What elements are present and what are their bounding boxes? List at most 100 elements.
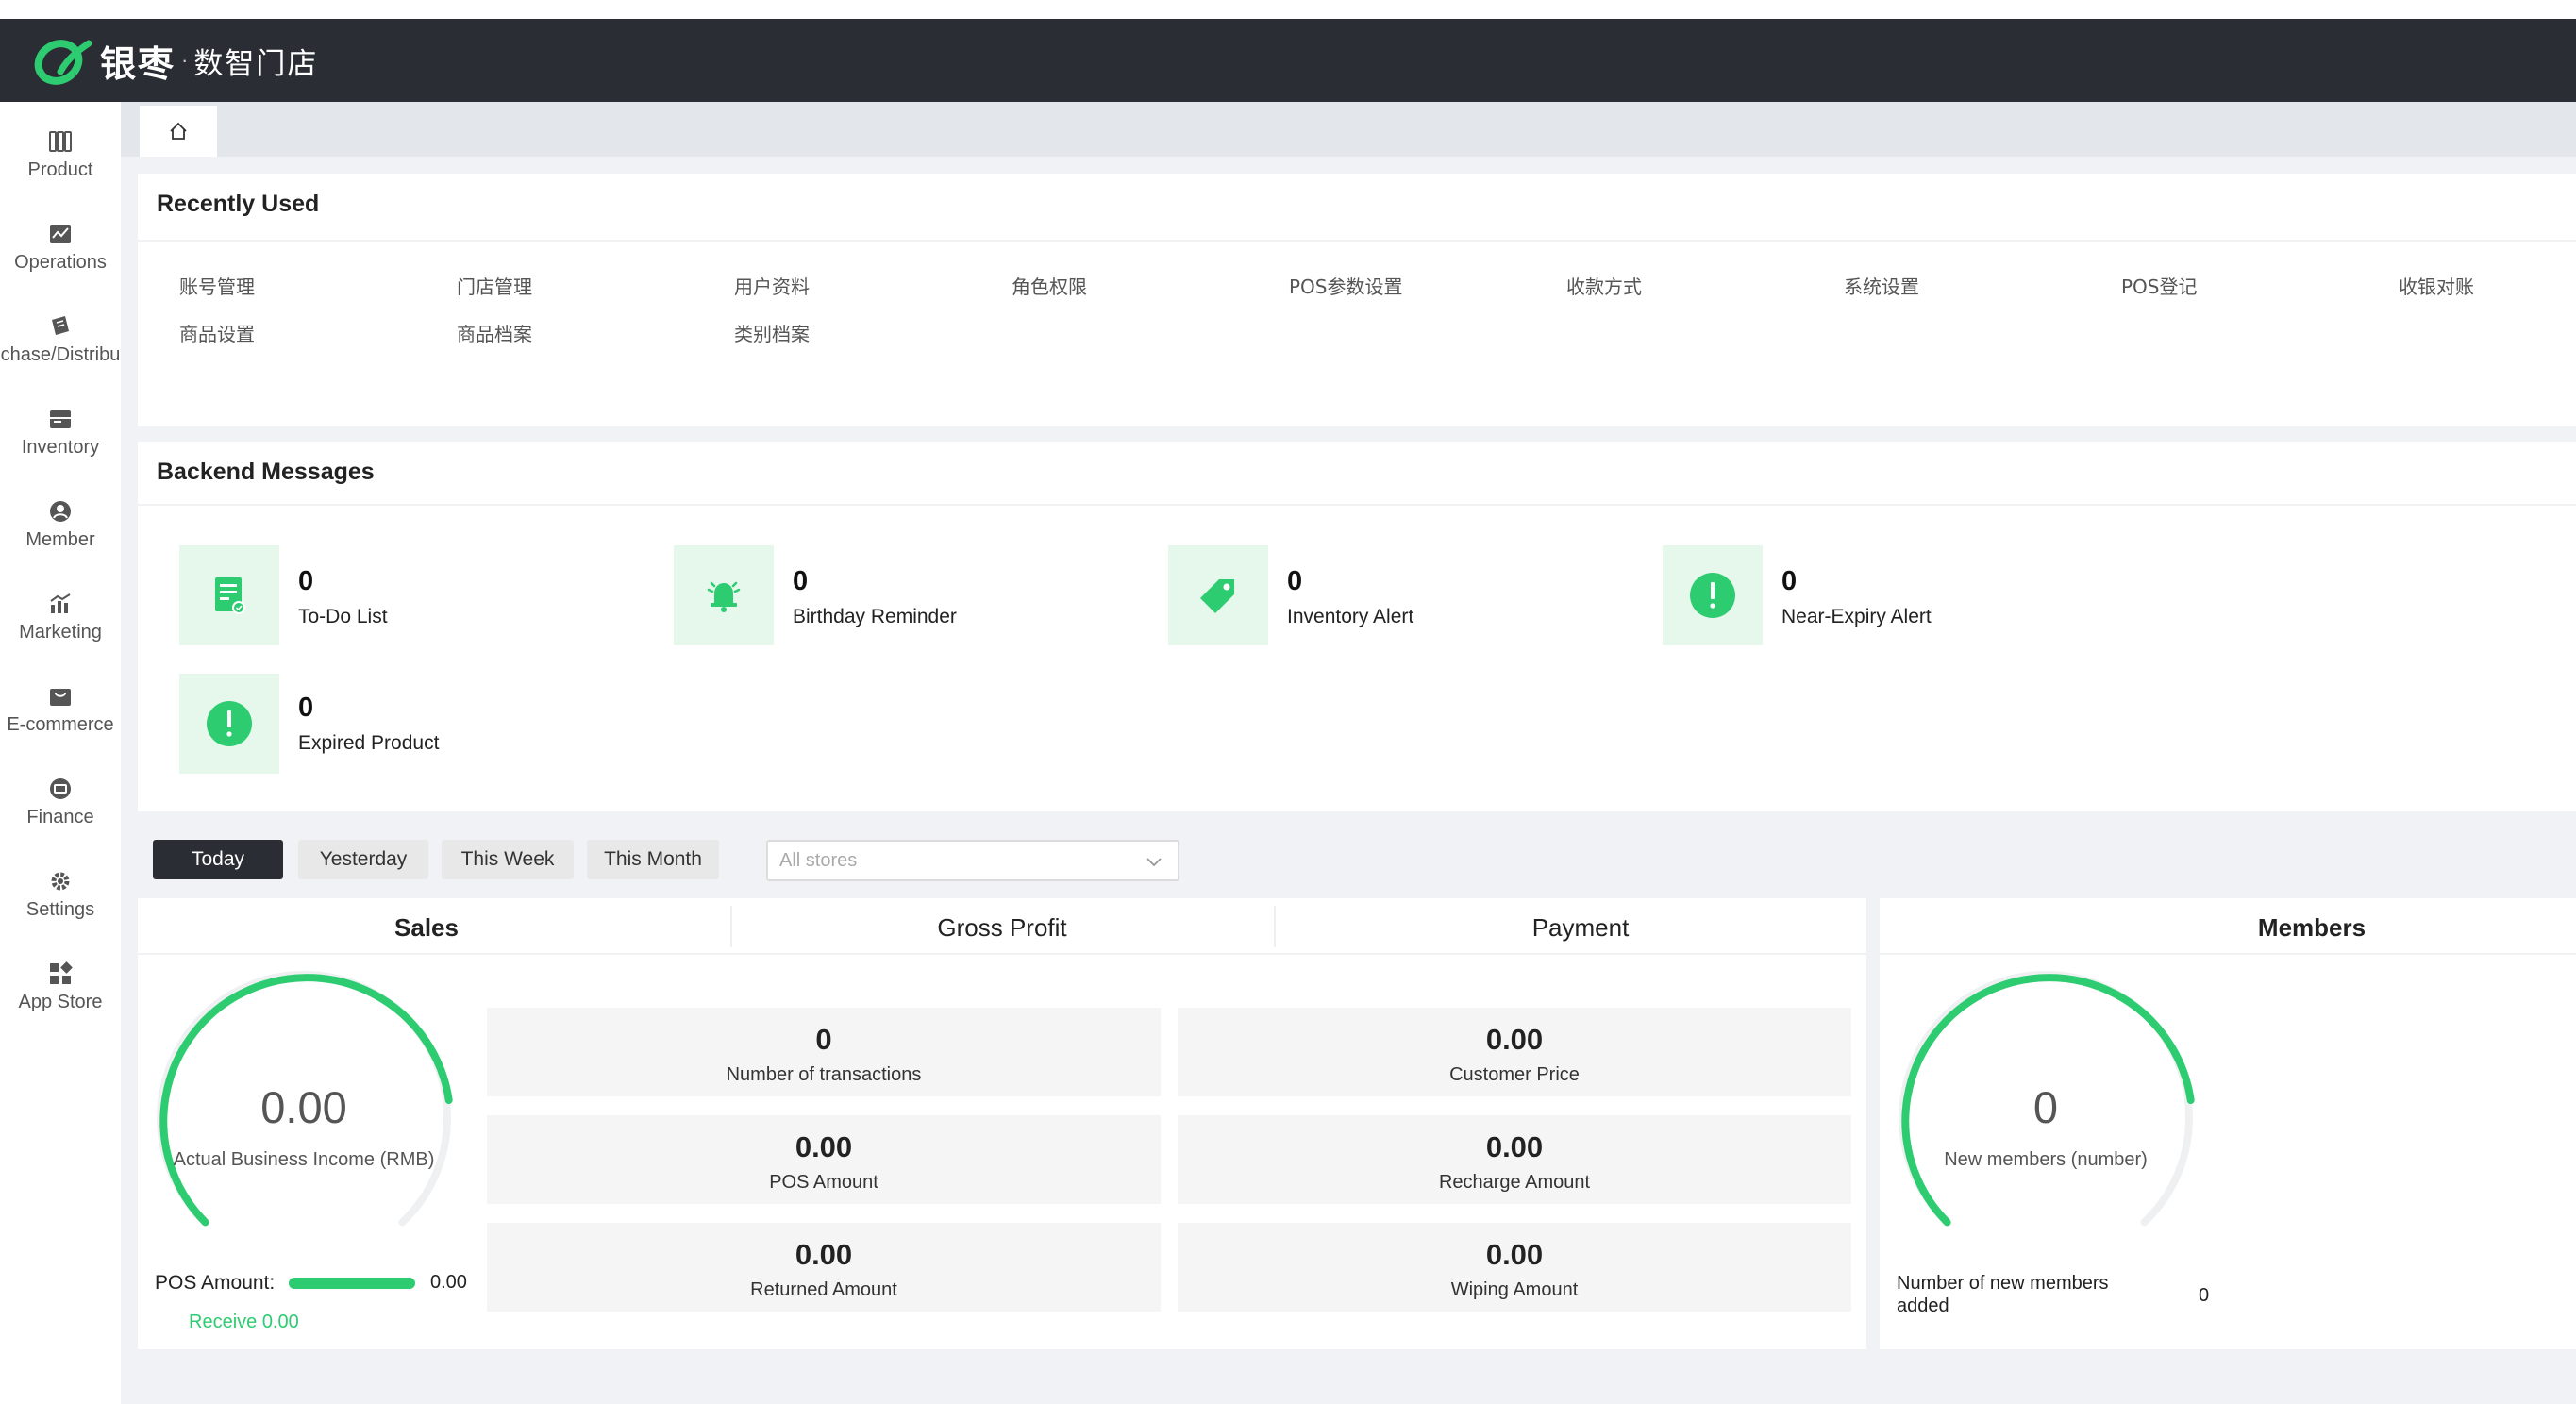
sales-gauge-label: Actual Business Income (RMB) <box>173 1149 435 1170</box>
birthday-count: 0 <box>793 566 809 596</box>
appstore-icon <box>50 961 73 984</box>
quick-link[interactable]: 门店管理 <box>457 272 532 299</box>
members-gauge-label: New members (number) <box>1944 1149 2148 1170</box>
pos-amount-bar <box>289 1278 415 1289</box>
quick-link[interactable]: 账号管理 <box>179 272 255 299</box>
pos-amount-label: POS Amount: <box>155 1272 276 1294</box>
quick-link[interactable]: 商品设置 <box>179 319 255 346</box>
stat-label: Number of transactions <box>726 1064 922 1085</box>
sidebar-item-marketing[interactable]: Marketing <box>0 572 121 662</box>
bell-icon[interactable] <box>674 545 774 645</box>
sidebar-item-inventory[interactable]: Inventory <box>0 387 121 477</box>
sidebar-item-product[interactable]: Product <box>0 109 121 200</box>
gear-icon <box>51 872 70 890</box>
sidebar-item-label: Marketing <box>19 621 102 643</box>
tag-icon[interactable] <box>1168 545 1268 645</box>
inventory-alert-label: Inventory Alert <box>1287 606 1414 627</box>
filter-yesterday-button[interactable]: Yesterday <box>298 840 428 879</box>
todo-count: 0 <box>298 566 314 596</box>
todo-icon[interactable] <box>179 545 279 645</box>
sidebar-item-ecommerce[interactable]: E-commerce <box>0 664 121 755</box>
members-gauge-value: 0 <box>2032 1082 2059 1132</box>
sidebar-item-label: Product <box>27 159 93 180</box>
stat-recharge-amount: 0.00 Recharge Amount <box>1178 1115 1851 1204</box>
quick-link[interactable]: POS参数设置 <box>1289 272 1403 299</box>
pos-amount-value: 0.00 <box>430 1272 467 1293</box>
sidebar-item-label: E-commerce <box>7 713 114 735</box>
stat-transactions: 0 Number of transactions <box>487 1008 1161 1096</box>
inventory-alert-count: 0 <box>1287 566 1303 596</box>
tab-home[interactable] <box>140 106 217 157</box>
sidebar-item-finance[interactable]: Finance <box>0 757 121 847</box>
quick-link[interactable]: 用户资料 <box>734 272 810 299</box>
member-icon <box>50 500 71 522</box>
card-divider <box>138 240 2576 242</box>
stat-value: 0.00 <box>1485 1130 1544 1163</box>
expired-count: 0 <box>298 693 314 723</box>
stat-returned-amount: 0.00 Returned Amount <box>487 1223 1161 1312</box>
birthday-label: Birthday Reminder <box>793 606 957 627</box>
section-sales-title: Sales <box>394 913 459 942</box>
stat-pos-amount: 0.00 POS Amount <box>487 1115 1161 1204</box>
sidebar-item-label: chase/Distribu <box>0 343 121 365</box>
sidebar-item-operations[interactable]: Operations <box>0 202 121 292</box>
stat-label: Returned Amount <box>750 1279 897 1300</box>
near-expiry-count: 0 <box>1781 566 1798 596</box>
receive-label: Receive 0.00 <box>189 1312 299 1332</box>
sidebar-item-label: Settings <box>25 898 95 920</box>
backend-messages-card: Backend Messages 0 To-Do List 0 Birthday… <box>138 442 2576 811</box>
quick-link[interactable]: 类别档案 <box>734 319 810 346</box>
ecommerce-icon <box>50 688 71 706</box>
stat-label: Customer Price <box>1449 1064 1580 1085</box>
finance-icon <box>50 777 71 799</box>
stat-label: Wiping Amount <box>1450 1279 1579 1300</box>
filter-today-button[interactable]: Today <box>153 840 283 879</box>
app-header: 银枣 · 数智门店 <box>0 19 2576 102</box>
quick-link[interactable]: POS登记 <box>2121 272 2198 299</box>
chevron-down-icon <box>1146 858 1162 867</box>
window-top-strip <box>0 0 2576 19</box>
section-payment-title: Payment <box>1531 913 1630 942</box>
stat-label: Recharge Amount <box>1438 1172 1591 1193</box>
quick-link[interactable]: 角色权限 <box>1012 272 1087 299</box>
quick-link[interactable]: 商品档案 <box>457 319 532 346</box>
brand-name: 银枣 <box>100 42 176 85</box>
tab-bar <box>121 102 2576 157</box>
inventory-icon <box>50 410 71 428</box>
section-gross-profit-title: Gross Profit <box>937 913 1067 942</box>
home-icon <box>170 122 187 140</box>
sidebar-item-label: Operations <box>14 251 107 273</box>
alert-icon[interactable] <box>1663 545 1763 645</box>
stat-value: 0.00 <box>795 1130 853 1163</box>
sales-gauge-value: 0.00 <box>260 1082 347 1132</box>
marketing-icon <box>50 593 71 613</box>
stat-value: 0.00 <box>1485 1238 1544 1271</box>
card-divider <box>138 953 2576 955</box>
card-divider <box>138 504 2576 506</box>
section-members-title: Members <box>2257 913 2367 942</box>
store-select[interactable]: All stores <box>766 840 1179 881</box>
filter-this-week-button[interactable]: This Week <box>442 840 574 879</box>
near-expiry-label: Near-Expiry Alert <box>1781 606 1932 627</box>
quick-link[interactable]: 系统设置 <box>1844 272 1919 299</box>
todo-label: To-Do List <box>298 606 388 627</box>
sidebar: Product Operations chase/Distribu Invent… <box>0 102 121 1404</box>
quick-link[interactable]: 收款方式 <box>1566 272 1642 299</box>
stat-value: 0 <box>815 1023 832 1056</box>
recently-used-card: Recently Used 账号管理 门店管理 用户资料 角色权限 POS参数设… <box>138 174 2576 426</box>
sidebar-item-member[interactable]: Member <box>0 479 121 570</box>
brand-logo-icon <box>32 34 92 87</box>
sidebar-item-appstore[interactable]: App Store <box>0 942 121 1032</box>
alert-icon[interactable] <box>179 674 279 774</box>
brand-separator: · <box>181 48 189 72</box>
purchase-icon <box>52 315 69 335</box>
sidebar-item-purchase[interactable]: chase/Distribu <box>0 294 121 385</box>
stat-wiping-amount: 0.00 Wiping Amount <box>1178 1223 1851 1312</box>
sidebar-item-label: App Store <box>18 991 103 1012</box>
sidebar-item-settings[interactable]: Settings <box>0 849 121 940</box>
filter-this-month-button[interactable]: This Month <box>587 840 719 879</box>
stat-value: 0.00 <box>795 1238 853 1271</box>
quick-link[interactable]: 收银对账 <box>2399 272 2474 299</box>
stat-value: 0.00 <box>1485 1023 1544 1056</box>
recently-used-title: Recently Used <box>157 191 320 217</box>
